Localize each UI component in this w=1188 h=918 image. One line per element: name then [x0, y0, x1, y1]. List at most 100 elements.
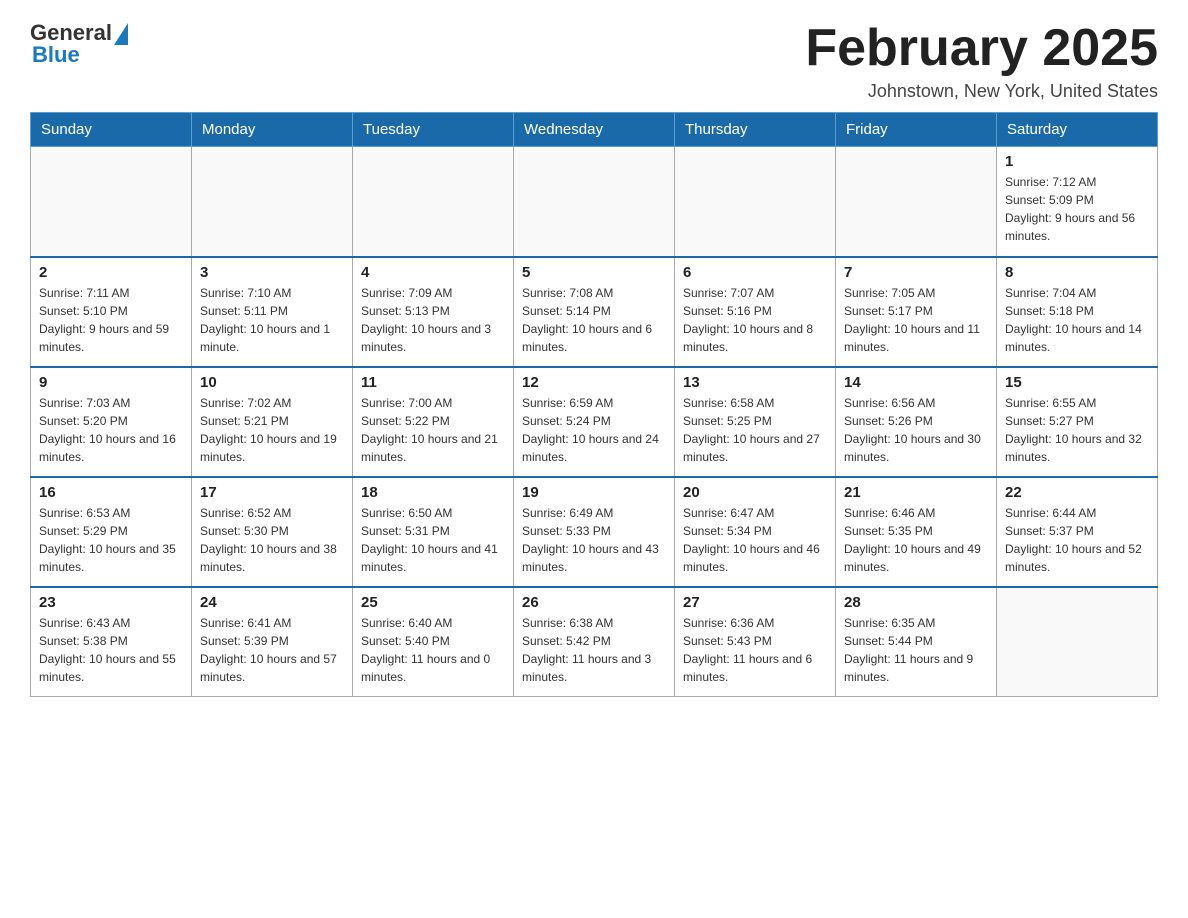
day-number: 26 [522, 594, 666, 611]
day-number: 12 [522, 374, 666, 391]
day-info: Sunrise: 6:38 AMSunset: 5:42 PMDaylight:… [522, 614, 666, 686]
day-number: 8 [1005, 264, 1149, 281]
day-info: Sunrise: 7:12 AMSunset: 5:09 PMDaylight:… [1005, 173, 1149, 245]
day-number: 6 [683, 264, 827, 281]
day-info: Sunrise: 6:40 AMSunset: 5:40 PMDaylight:… [361, 614, 505, 686]
day-info: Sunrise: 6:56 AMSunset: 5:26 PMDaylight:… [844, 394, 988, 466]
page-header: General Blue February 2025 Johnstown, Ne… [30, 20, 1158, 102]
calendar-cell [353, 147, 514, 257]
calendar-week-row: 2 Sunrise: 7:11 AMSunset: 5:10 PMDaylight… [31, 257, 1158, 367]
calendar-cell: 21 Sunrise: 6:46 AMSunset: 5:35 PMDayligh… [836, 477, 997, 587]
day-number: 17 [200, 484, 344, 501]
calendar-week-row: 16 Sunrise: 6:53 AMSunset: 5:29 PMDayligh… [31, 477, 1158, 587]
day-info: Sunrise: 6:43 AMSunset: 5:38 PMDaylight:… [39, 614, 183, 686]
calendar-cell: 11 Sunrise: 7:00 AMSunset: 5:22 PMDayligh… [353, 367, 514, 477]
weekday-header: Thursday [675, 113, 836, 147]
calendar-cell: 24Sunrise: 6:41 AMSunset: 5:39 PMDayligh… [192, 587, 353, 697]
day-info: Sunrise: 6:59 AMSunset: 5:24 PMDaylight:… [522, 394, 666, 466]
calendar-cell [192, 147, 353, 257]
day-number: 4 [361, 264, 505, 281]
weekday-header: Wednesday [514, 113, 675, 147]
weekday-header: Sunday [31, 113, 192, 147]
month-title: February 2025 [805, 20, 1158, 77]
day-info: Sunrise: 6:53 AMSunset: 5:29 PMDaylight:… [39, 504, 183, 576]
calendar-table: SundayMondayTuesdayWednesdayThursdayFrid… [30, 112, 1158, 697]
day-number: 7 [844, 264, 988, 281]
day-number: 28 [844, 594, 988, 611]
calendar-cell: 28 Sunrise: 6:35 AMSunset: 5:44 PMDayligh… [836, 587, 997, 697]
calendar-cell [675, 147, 836, 257]
calendar-cell [514, 147, 675, 257]
day-info: Sunrise: 7:05 AMSunset: 5:17 PMDaylight:… [844, 284, 988, 356]
weekday-header: Saturday [997, 113, 1158, 147]
day-number: 27 [683, 594, 827, 611]
logo-triangle-icon [114, 23, 128, 45]
day-number: 13 [683, 374, 827, 391]
day-info: Sunrise: 7:11 AMSunset: 5:10 PMDaylight:… [39, 284, 183, 356]
calendar-cell: 25 Sunrise: 6:40 AMSunset: 5:40 PMDayligh… [353, 587, 514, 697]
calendar-cell: 9Sunrise: 7:03 AMSunset: 5:20 PMDaylight… [31, 367, 192, 477]
day-number: 10 [200, 374, 344, 391]
day-number: 21 [844, 484, 988, 501]
calendar-week-row: 9Sunrise: 7:03 AMSunset: 5:20 PMDaylight… [31, 367, 1158, 477]
calendar-cell: 20Sunrise: 6:47 AMSunset: 5:34 PMDayligh… [675, 477, 836, 587]
location-text: Johnstown, New York, United States [805, 81, 1158, 102]
day-info: Sunrise: 7:07 AMSunset: 5:16 PMDaylight:… [683, 284, 827, 356]
day-info: Sunrise: 7:09 AMSunset: 5:13 PMDaylight:… [361, 284, 505, 356]
calendar-cell: 18 Sunrise: 6:50 AMSunset: 5:31 PMDayligh… [353, 477, 514, 587]
day-info: Sunrise: 7:08 AMSunset: 5:14 PMDaylight:… [522, 284, 666, 356]
day-number: 15 [1005, 374, 1149, 391]
day-number: 5 [522, 264, 666, 281]
day-number: 25 [361, 594, 505, 611]
day-info: Sunrise: 6:36 AMSunset: 5:43 PMDaylight:… [683, 614, 827, 686]
day-number: 9 [39, 374, 183, 391]
calendar-cell: 4 Sunrise: 7:09 AMSunset: 5:13 PMDaylight… [353, 257, 514, 367]
day-info: Sunrise: 7:00 AMSunset: 5:22 PMDaylight:… [361, 394, 505, 466]
logo: General Blue [30, 20, 128, 68]
day-number: 2 [39, 264, 183, 281]
day-number: 16 [39, 484, 183, 501]
weekday-header: Tuesday [353, 113, 514, 147]
calendar-cell: 26 Sunrise: 6:38 AMSunset: 5:42 PMDayligh… [514, 587, 675, 697]
day-number: 11 [361, 374, 505, 391]
day-number: 18 [361, 484, 505, 501]
calendar-cell [836, 147, 997, 257]
day-number: 14 [844, 374, 988, 391]
day-info: Sunrise: 6:46 AMSunset: 5:35 PMDaylight:… [844, 504, 988, 576]
day-info: Sunrise: 6:41 AMSunset: 5:39 PMDaylight:… [200, 614, 344, 686]
day-number: 3 [200, 264, 344, 281]
day-info: Sunrise: 7:02 AMSunset: 5:21 PMDaylight:… [200, 394, 344, 466]
weekday-header: Friday [836, 113, 997, 147]
day-info: Sunrise: 7:10 AMSunset: 5:11 PMDaylight:… [200, 284, 344, 356]
day-number: 19 [522, 484, 666, 501]
day-info: Sunrise: 6:52 AMSunset: 5:30 PMDaylight:… [200, 504, 344, 576]
title-section: February 2025 Johnstown, New York, Unite… [805, 20, 1158, 102]
calendar-cell: 23 Sunrise: 6:43 AMSunset: 5:38 PMDayligh… [31, 587, 192, 697]
calendar-cell: 7 Sunrise: 7:05 AMSunset: 5:17 PMDaylight… [836, 257, 997, 367]
calendar-cell: 27 Sunrise: 6:36 AMSunset: 5:43 PMDayligh… [675, 587, 836, 697]
calendar-cell: 17 Sunrise: 6:52 AMSunset: 5:30 PMDayligh… [192, 477, 353, 587]
day-number: 1 [1005, 153, 1149, 170]
weekday-header-row: SundayMondayTuesdayWednesdayThursdayFrid… [31, 113, 1158, 147]
day-info: Sunrise: 7:04 AMSunset: 5:18 PMDaylight:… [1005, 284, 1149, 356]
calendar-cell: 22Sunrise: 6:44 AMSunset: 5:37 PMDayligh… [997, 477, 1158, 587]
calendar-week-row: 23 Sunrise: 6:43 AMSunset: 5:38 PMDayligh… [31, 587, 1158, 697]
day-info: Sunrise: 6:49 AMSunset: 5:33 PMDaylight:… [522, 504, 666, 576]
calendar-cell [31, 147, 192, 257]
calendar-cell: 13 Sunrise: 6:58 AMSunset: 5:25 PMDayligh… [675, 367, 836, 477]
day-info: Sunrise: 6:35 AMSunset: 5:44 PMDaylight:… [844, 614, 988, 686]
day-info: Sunrise: 6:55 AMSunset: 5:27 PMDaylight:… [1005, 394, 1149, 466]
calendar-cell: 3 Sunrise: 7:10 AMSunset: 5:11 PMDaylight… [192, 257, 353, 367]
weekday-header: Monday [192, 113, 353, 147]
calendar-cell: 2 Sunrise: 7:11 AMSunset: 5:10 PMDaylight… [31, 257, 192, 367]
calendar-cell: 5 Sunrise: 7:08 AMSunset: 5:14 PMDaylight… [514, 257, 675, 367]
calendar-cell: 19 Sunrise: 6:49 AMSunset: 5:33 PMDayligh… [514, 477, 675, 587]
day-info: Sunrise: 6:50 AMSunset: 5:31 PMDaylight:… [361, 504, 505, 576]
calendar-cell: 14 Sunrise: 6:56 AMSunset: 5:26 PMDayligh… [836, 367, 997, 477]
day-number: 22 [1005, 484, 1149, 501]
calendar-cell: 15 Sunrise: 6:55 AMSunset: 5:27 PMDayligh… [997, 367, 1158, 477]
day-info: Sunrise: 6:58 AMSunset: 5:25 PMDaylight:… [683, 394, 827, 466]
day-number: 23 [39, 594, 183, 611]
calendar-cell [997, 587, 1158, 697]
calendar-week-row: 1 Sunrise: 7:12 AMSunset: 5:09 PMDaylight… [31, 147, 1158, 257]
